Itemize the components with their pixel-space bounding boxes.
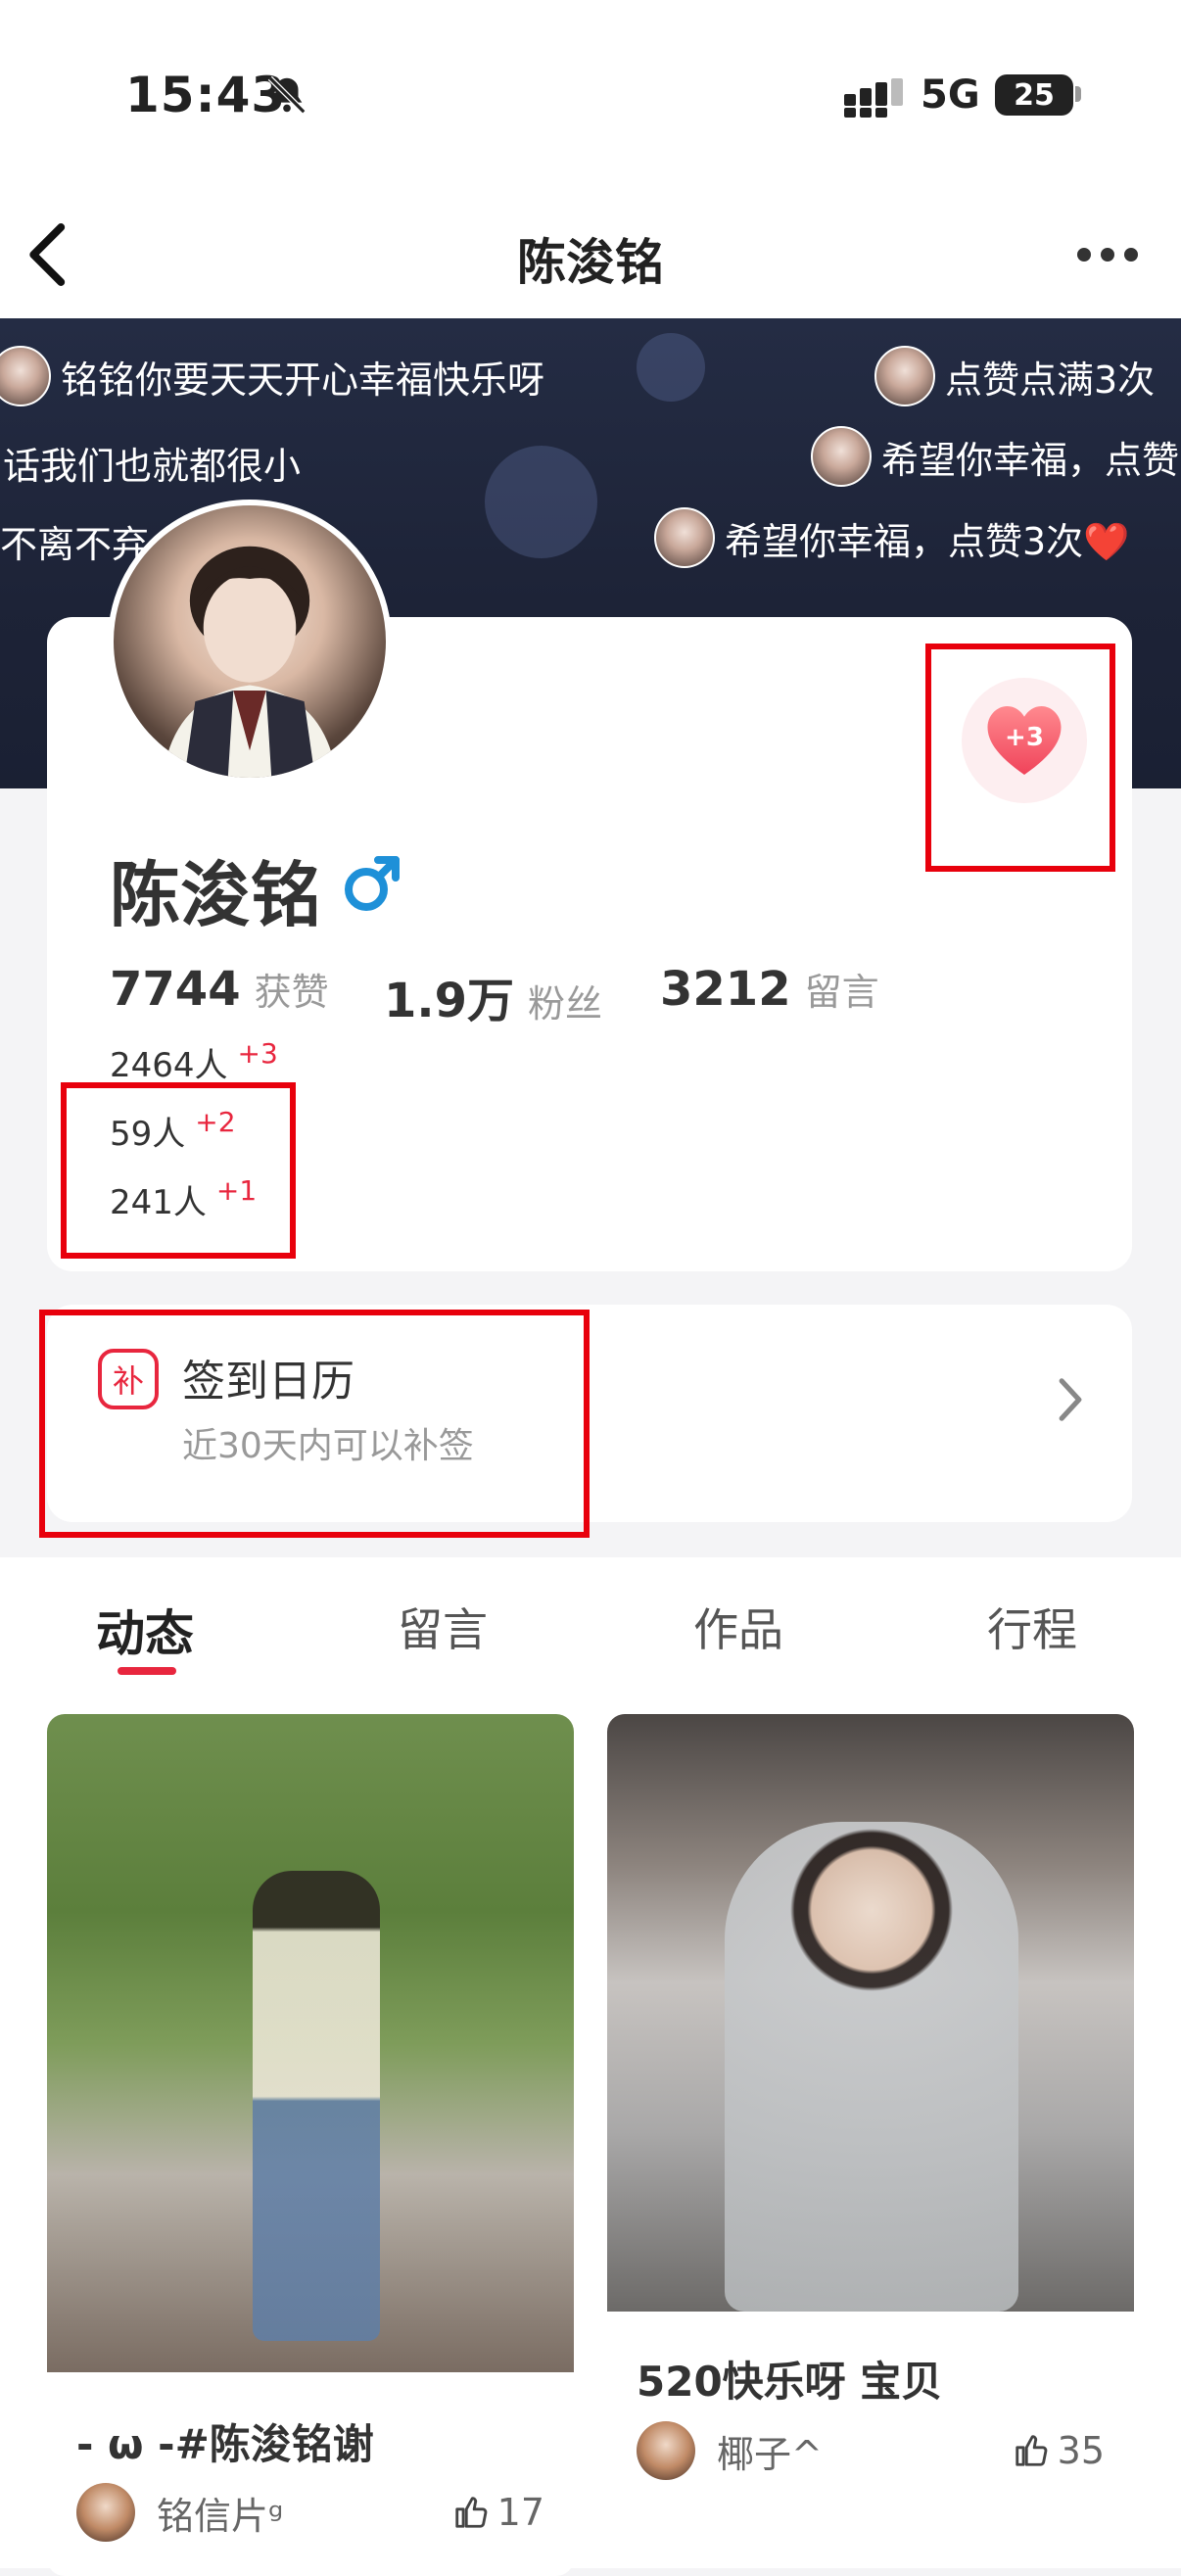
post-image-subject: [253, 1871, 380, 2341]
highlight-box: [39, 1310, 590, 1538]
danmu-item: 点赞点满3次: [874, 346, 1155, 406]
decor-bubble: [485, 446, 597, 558]
tab-works[interactable]: 作品: [693, 1595, 783, 1659]
status-bar: 15:43 5G 25: [0, 0, 1181, 186]
tab-comments[interactable]: 留言: [398, 1595, 488, 1659]
post-footer: 铭信片ᵍ 17: [76, 2483, 544, 2542]
danmu-item: 铭铭你要天天开心幸福快乐呀: [0, 346, 544, 406]
stat-value: 7744: [110, 962, 241, 1017]
battery-icon: 25: [995, 74, 1073, 116]
more-options-icon[interactable]: [1077, 240, 1156, 269]
status-time: 15:43: [125, 67, 287, 123]
avatar[interactable]: [76, 2483, 135, 2542]
tab-schedule[interactable]: 行程: [987, 1595, 1077, 1659]
post-title: - ω -#陈浚铭谢: [76, 2420, 374, 2468]
post-image-subject: [725, 1822, 1018, 2312]
thumb-up-icon: [454, 2497, 487, 2528]
stat-label: 获赞: [254, 971, 329, 1014]
avatar: [0, 346, 51, 406]
post-card[interactable]: - ω -#陈浚铭谢 铭信片ᵍ 17: [47, 1714, 574, 2576]
stat-likes[interactable]: 7744 获赞: [110, 962, 329, 1017]
battery-tip: [1075, 86, 1081, 102]
post-author[interactable]: 椰子^: [717, 2424, 1013, 2478]
male-gender-icon: [345, 856, 400, 911]
stat-fans[interactable]: 1.9万 粉丝: [384, 962, 602, 1030]
danmu-item: 不离不弃: [0, 523, 150, 566]
avatar: [811, 426, 872, 487]
tab-indicator: [118, 1667, 176, 1675]
count-line: 2464人 +3: [110, 1037, 278, 1085]
avatar[interactable]: [637, 2421, 695, 2480]
highlight-box: [61, 1082, 296, 1259]
danmu-item: 希望你幸福，点赞3次❤️: [654, 507, 1130, 568]
profile-name: 陈浚铭: [110, 854, 322, 936]
cellular-signal-icon: [844, 78, 903, 118]
danmu-item: 话我们也就都很小: [3, 445, 302, 488]
highlight-box: [925, 644, 1115, 872]
stat-value: 3212: [660, 962, 791, 1017]
profile-avatar[interactable]: [108, 500, 392, 784]
nav-bar: 陈浚铭: [0, 186, 1181, 318]
network-type: 5G: [921, 72, 980, 118]
post-likes[interactable]: 17: [452, 2491, 544, 2534]
stat-value: 1.9万: [384, 974, 515, 1028]
danmu-item: 希望你幸福，点赞: [811, 426, 1179, 487]
post-image: [607, 1714, 1134, 2312]
tab-dynamics[interactable]: 动态: [96, 1595, 194, 1665]
bell-muted-icon: [267, 75, 307, 115]
post-footer: 椰子^ 35: [637, 2421, 1105, 2480]
stat-comments[interactable]: 3212 留言: [660, 962, 879, 1017]
content-area: 动态 留言 作品 行程 - ω -#陈浚铭谢 铭信片ᵍ 17 520快乐呀 宝贝…: [0, 1557, 1181, 2576]
avatar: [654, 507, 715, 568]
post-card[interactable]: 520快乐呀 宝贝 椰子^ 35: [607, 1714, 1134, 2527]
avatar-portrait: [163, 546, 337, 778]
thumb-up-icon: [1015, 2435, 1047, 2466]
post-likes[interactable]: 35: [1013, 2429, 1105, 2472]
decor-bubble: [637, 333, 705, 402]
stat-label: 粉丝: [528, 982, 603, 1026]
post-image: [47, 1714, 574, 2372]
stat-label: 留言: [804, 971, 879, 1014]
post-author[interactable]: 铭信片ᵍ: [157, 2486, 452, 2540]
chevron-right-icon: [1059, 1378, 1082, 1421]
avatar: [874, 346, 935, 406]
page-title: 陈浚铭: [517, 234, 664, 291]
post-title: 520快乐呀 宝贝: [637, 2358, 943, 2406]
